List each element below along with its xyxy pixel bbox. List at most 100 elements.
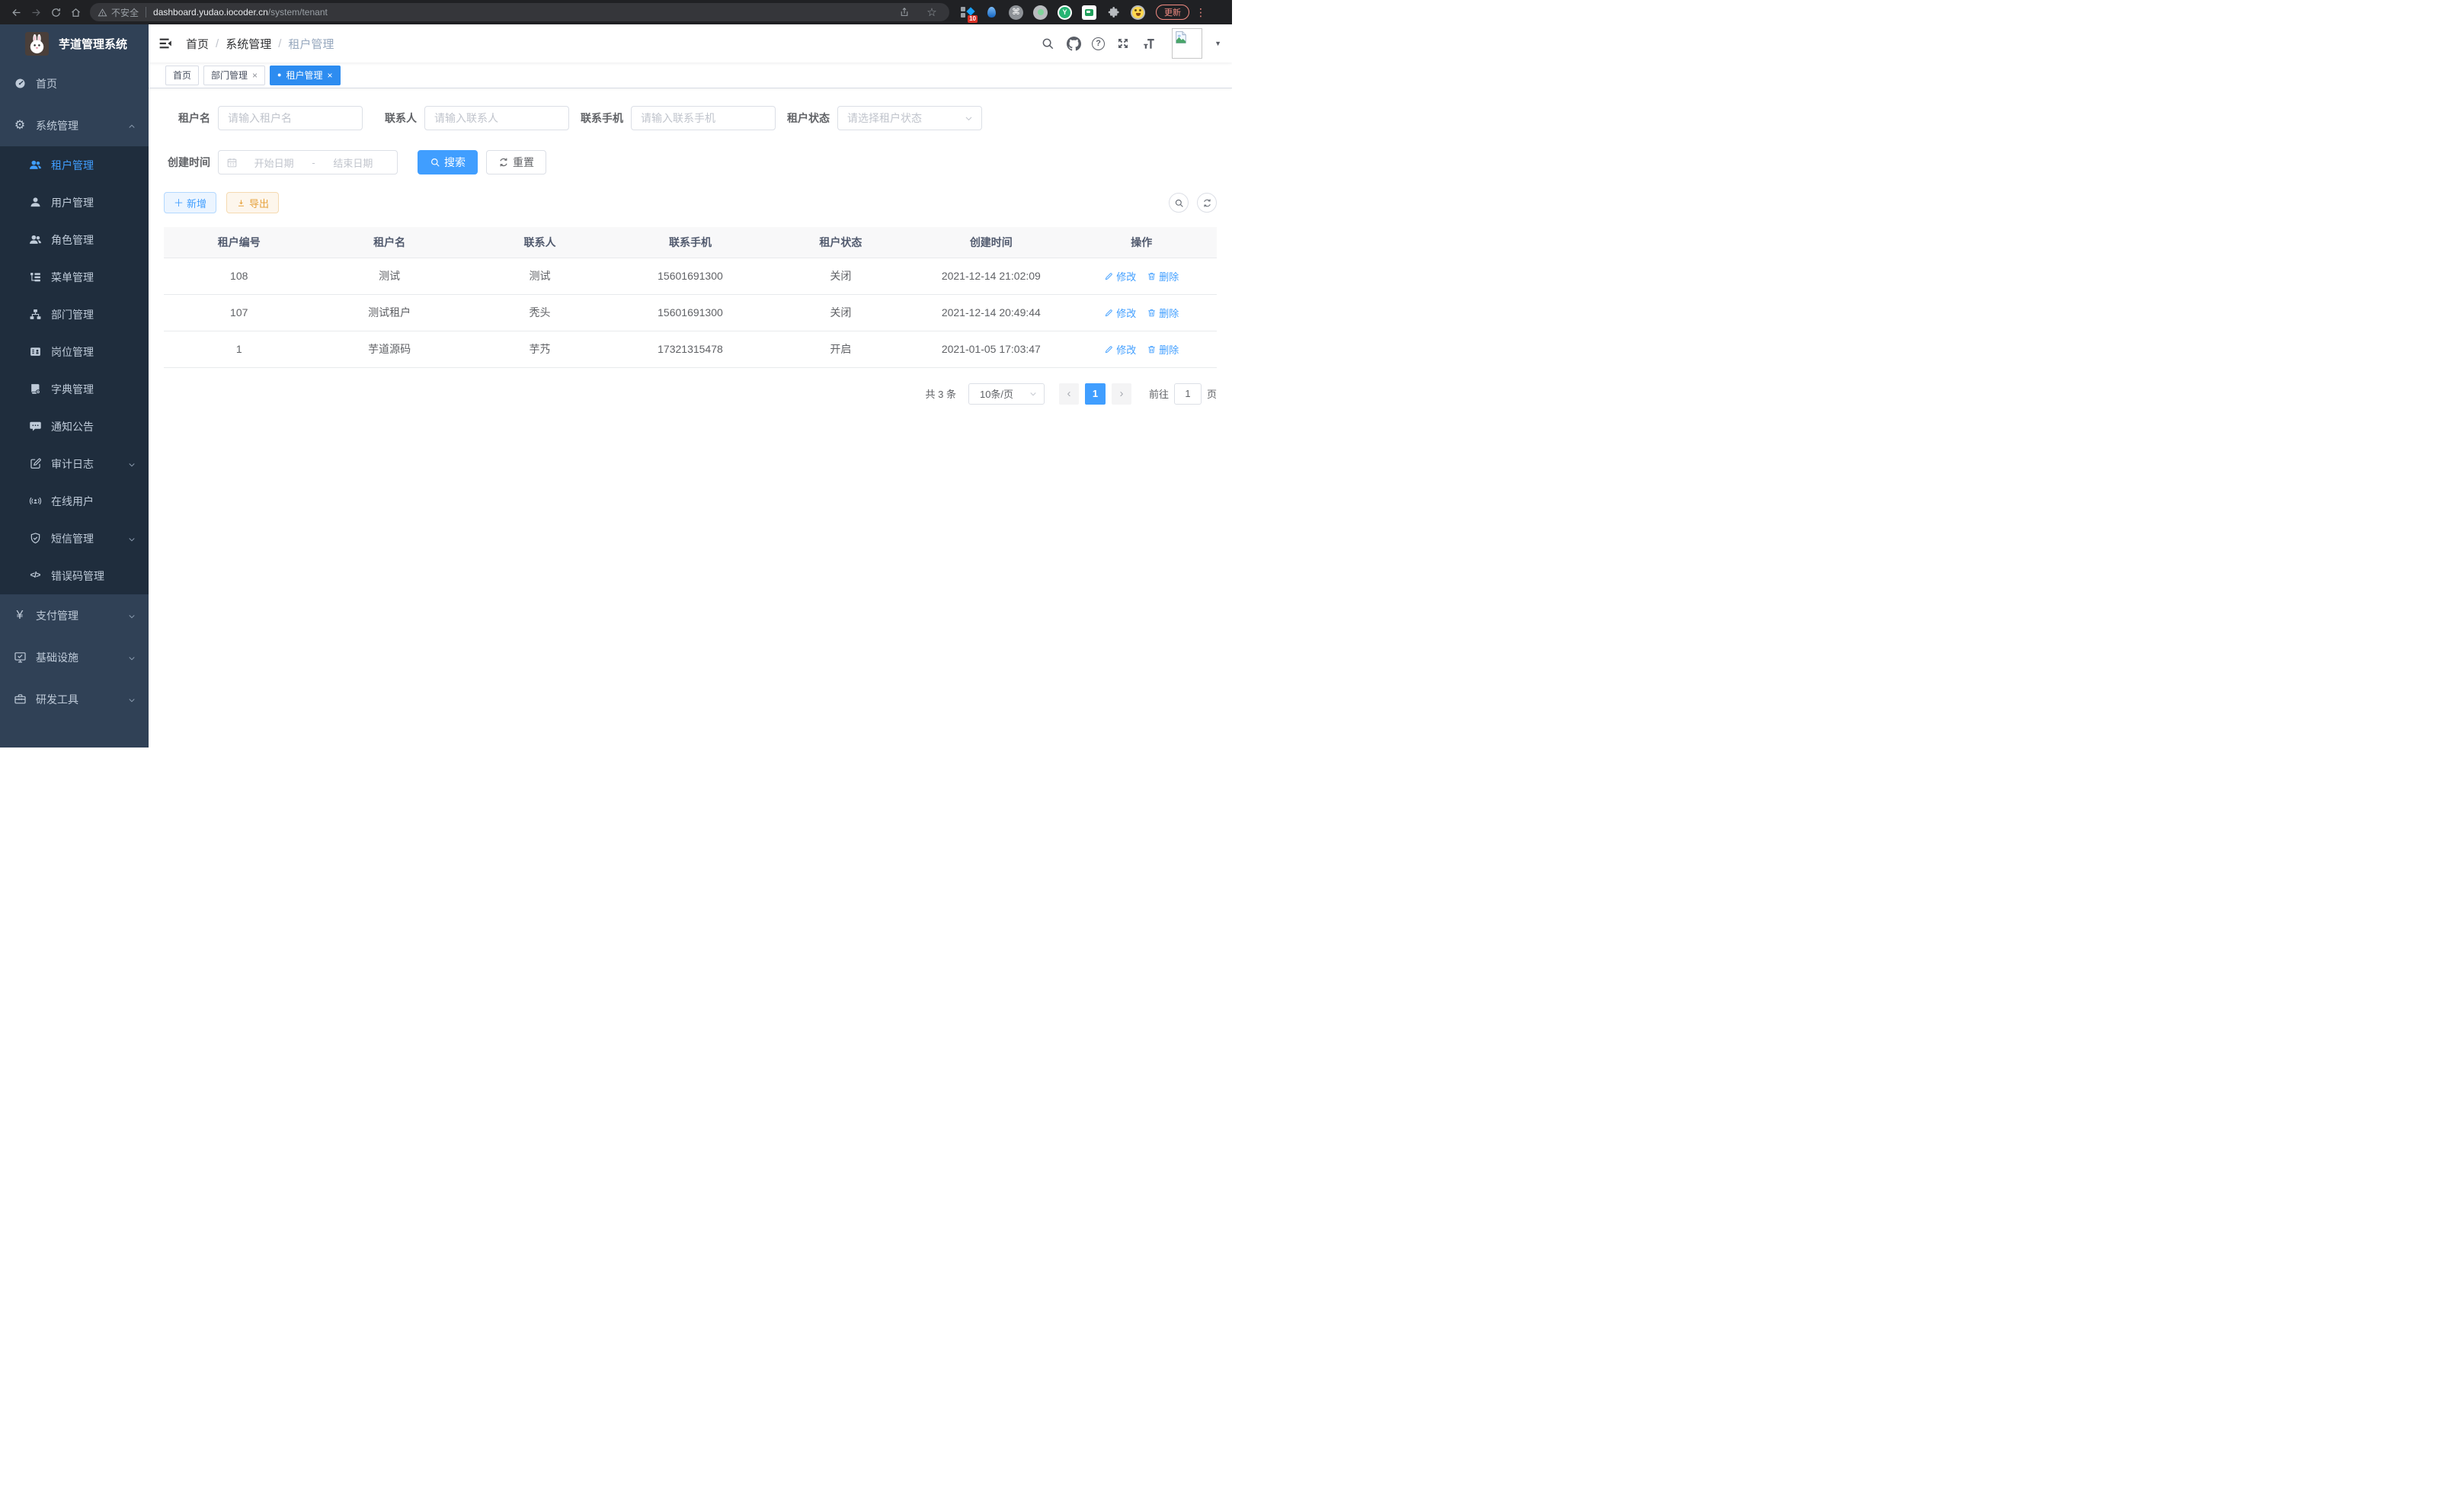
chevron-down-icon — [127, 653, 136, 662]
sidebar-item-system[interactable]: ⚙ 系统管理 — [0, 104, 149, 146]
edit-link[interactable]: 修改 — [1104, 342, 1136, 357]
extension-icon-emoji[interactable] — [1131, 5, 1145, 20]
sidebar-item-devtools[interactable]: 研发工具 — [0, 678, 149, 720]
column-header: 创建时间 — [916, 227, 1066, 258]
header-search-icon[interactable] — [1040, 36, 1055, 51]
tenant-name-input[interactable] — [218, 106, 363, 130]
sidebar-item-label: 错误码管理 — [51, 568, 104, 584]
sidebar-item-errorcode[interactable]: </> 错误码管理 — [0, 557, 149, 594]
code-icon: </> — [28, 569, 42, 583]
tab-label: 部门管理 — [211, 69, 248, 82]
avatar-caret-down-icon[interactable]: ▼ — [1214, 40, 1221, 47]
online-broadcast-icon — [28, 495, 42, 508]
edit-link[interactable]: 修改 — [1104, 306, 1136, 320]
extension-icon-chat[interactable] — [1082, 5, 1096, 20]
browser-menu-icon[interactable]: ⋮ — [1195, 6, 1206, 19]
table-toolbar: ＋ 新增 导出 — [164, 192, 1217, 213]
extension-icon-grid[interactable]: 10 — [960, 5, 974, 20]
extension-icon-puzzle[interactable] — [1106, 5, 1121, 20]
tab-close-icon[interactable]: × — [328, 71, 333, 80]
browser-update-button[interactable]: 更新 — [1156, 5, 1189, 20]
trash-icon — [1147, 344, 1157, 354]
bookmark-star-icon[interactable]: ☆ — [922, 2, 942, 22]
sidebar-item-dict[interactable]: 字典管理 — [0, 370, 149, 408]
sidebar-item-sms[interactable]: 短信管理 — [0, 520, 149, 557]
extension-icon-y[interactable]: Y — [1058, 5, 1072, 20]
browser-back-icon[interactable] — [6, 2, 26, 22]
sidebar-item-dept[interactable]: 部门管理 — [0, 296, 149, 333]
tab-dept[interactable]: 部门管理 × — [203, 66, 265, 85]
security-warning-icon — [98, 8, 107, 18]
goto-page-input[interactable] — [1174, 383, 1202, 405]
breadcrumb-item[interactable]: 首页 — [186, 36, 209, 52]
github-icon[interactable] — [1066, 36, 1081, 51]
edit-link[interactable]: 修改 — [1104, 269, 1136, 283]
sidebar-item-post[interactable]: 岗位管理 — [0, 333, 149, 370]
chevron-down-icon — [127, 611, 136, 620]
browser-home-icon[interactable] — [66, 2, 85, 22]
date-range-picker[interactable]: 开始日期 - 结束日期 — [218, 150, 398, 174]
sidebar: 芋道管理系统 首页 ⚙ 系统管理 租户管理 用户管理 — [0, 24, 149, 748]
breadcrumb-item[interactable]: 系统管理 — [226, 36, 271, 52]
shield-check-icon — [28, 532, 42, 546]
fullscreen-icon[interactable] — [1115, 36, 1131, 51]
browser-toolbar: 不安全 dashboard.yudao.iocoder.cn/system/te… — [0, 0, 1232, 24]
filter-row-2: 创建时间 开始日期 - 结束日期 搜索 重置 — [164, 150, 1217, 174]
add-button[interactable]: ＋ 新增 — [164, 192, 216, 213]
search-button[interactable]: 搜索 — [418, 150, 478, 174]
delete-link[interactable]: 删除 — [1147, 342, 1179, 357]
extension-icon-balloon[interactable] — [984, 5, 999, 20]
sidebar-fold-icon[interactable] — [157, 35, 174, 52]
mobile-input[interactable] — [631, 106, 776, 130]
page-number-button[interactable]: 1 — [1085, 383, 1106, 405]
refresh-table-button[interactable] — [1197, 193, 1217, 213]
security-label[interactable]: 不安全 — [111, 6, 139, 19]
share-icon[interactable] — [894, 2, 914, 22]
contact-input[interactable] — [424, 106, 569, 130]
reset-button[interactable]: 重置 — [486, 150, 546, 174]
sidebar-item-online-user[interactable]: 在线用户 — [0, 482, 149, 520]
extension-icon-command[interactable]: ⌘ — [1009, 5, 1023, 20]
prev-page-button[interactable]: ‹ — [1059, 383, 1079, 405]
browser-forward-icon[interactable] — [26, 2, 46, 22]
sidebar-item-tenant[interactable]: 租户管理 — [0, 146, 149, 184]
tab-tenant-active[interactable]: ● 租户管理 × — [270, 66, 340, 85]
delete-link[interactable]: 删除 — [1147, 269, 1179, 283]
cell-status: 关闭 — [766, 258, 916, 294]
tab-close-icon[interactable]: × — [252, 71, 258, 80]
navbar: 首页 / 系统管理 / 租户管理 ? ▼ — [149, 24, 1232, 62]
org-tree-icon — [28, 308, 42, 322]
active-dot-icon: ● — [277, 72, 281, 78]
sidebar-item-home[interactable]: 首页 — [0, 62, 149, 104]
app-logo[interactable]: 芋道管理系统 — [0, 24, 149, 62]
sidebar-item-pay[interactable]: ¥ 支付管理 — [0, 594, 149, 636]
tab-home[interactable]: 首页 — [165, 66, 199, 85]
table-header-row: 租户编号 租户名 联系人 联系手机 租户状态 创建时间 操作 — [164, 227, 1217, 258]
help-icon[interactable]: ? — [1092, 37, 1105, 50]
avatar[interactable] — [1172, 28, 1202, 59]
sidebar-item-audit-log[interactable]: 审计日志 — [0, 445, 149, 482]
cell-status: 开启 — [766, 331, 916, 367]
calendar-icon — [226, 157, 238, 168]
address-bar[interactable]: 不安全 dashboard.yudao.iocoder.cn/system/te… — [90, 3, 949, 21]
sidebar-item-label: 菜单管理 — [51, 270, 94, 285]
cell-created: 2021-12-14 20:49:44 — [916, 294, 1066, 331]
sidebar-item-notice[interactable]: 通知公告 — [0, 408, 149, 445]
page-size-select[interactable]: 10条/页 — [968, 383, 1045, 405]
browser-reload-icon[interactable] — [46, 2, 66, 22]
sidebar-item-user[interactable]: 用户管理 — [0, 184, 149, 221]
cell-created: 2021-12-14 21:02:09 — [916, 258, 1066, 294]
sidebar-item-menu[interactable]: 菜单管理 — [0, 258, 149, 296]
extension-icon-record[interactable] — [1033, 5, 1048, 20]
export-button[interactable]: 导出 — [226, 192, 279, 213]
sidebar-item-label: 用户管理 — [51, 195, 94, 210]
font-size-icon[interactable] — [1141, 36, 1157, 51]
status-select[interactable]: 请选择租户状态 — [837, 106, 982, 130]
delete-link[interactable]: 删除 — [1147, 306, 1179, 320]
toggle-search-button[interactable] — [1169, 193, 1189, 213]
sidebar-item-infra[interactable]: 基础设施 — [0, 636, 149, 678]
next-page-button[interactable]: › — [1112, 383, 1131, 405]
sidebar-item-role[interactable]: 角色管理 — [0, 221, 149, 258]
sidebar-item-label: 字典管理 — [51, 382, 94, 397]
cell-tenant-id: 108 — [164, 258, 314, 294]
